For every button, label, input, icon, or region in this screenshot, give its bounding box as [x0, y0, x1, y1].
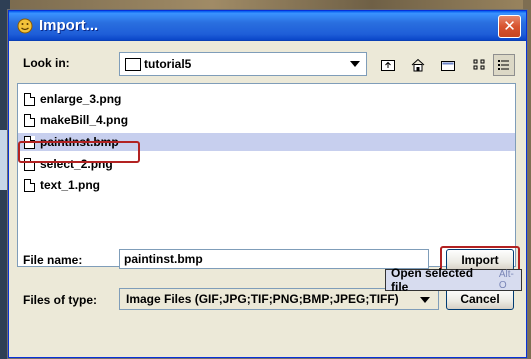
home-button[interactable]	[407, 54, 429, 76]
tooltip: Open selected file Alt-O	[385, 266, 522, 294]
file-name: enlarge_3.png	[40, 92, 122, 106]
list-item[interactable]: enlarge_3.png	[24, 90, 509, 108]
chevron-down-icon	[350, 61, 360, 67]
cancel-button-label: Cancel	[460, 292, 500, 306]
list-view-icon	[473, 59, 485, 70]
list-item[interactable]: text_1.png	[24, 176, 509, 194]
title-bar[interactable]: Import... ✕	[9, 11, 526, 41]
tooltip-shortcut: Alt-O	[498, 269, 514, 291]
window-title: Import...	[39, 17, 99, 34]
background-desktop	[0, 0, 531, 10]
details-view-button[interactable]	[493, 54, 515, 76]
file-name: text_1.png	[40, 178, 101, 192]
selection-annotation-outline	[18, 141, 140, 163]
tooltip-text: Open selected file	[391, 266, 474, 294]
import-dialog: Import... ✕ Look in: tutorial5 enlarge_3…	[8, 10, 527, 358]
list-view-button[interactable]	[469, 54, 491, 76]
files-of-type-value: Image Files (GIF;JPG;TIF;PNG;BMP;JPEG;TI…	[126, 292, 399, 306]
close-icon: ✕	[503, 18, 516, 35]
folder-icon	[125, 58, 141, 71]
file-icon	[24, 178, 35, 192]
look-in-value: tutorial5	[144, 57, 192, 71]
look-in-dropdown[interactable]: tutorial5	[119, 52, 367, 76]
up-folder-icon	[381, 60, 395, 71]
home-icon	[411, 58, 425, 72]
file-name-label: File name:	[23, 253, 83, 267]
file-list[interactable]: enlarge_3.png makeBill_4.png paintInst.b…	[17, 83, 516, 267]
chevron-down-icon	[420, 297, 430, 303]
details-view-icon	[498, 60, 509, 70]
new-folder-icon	[441, 61, 455, 71]
look-in-label: Look in:	[23, 56, 70, 70]
app-icon	[16, 17, 34, 35]
file-icon	[24, 113, 35, 127]
file-name: makeBill_4.png	[40, 113, 129, 127]
files-of-type-label: Files of type:	[23, 293, 98, 307]
file-name-input[interactable]: paintinst.bmp	[119, 249, 429, 269]
up-one-level-button[interactable]	[377, 54, 399, 76]
close-button[interactable]: ✕	[498, 15, 521, 38]
new-folder-button[interactable]	[437, 54, 459, 76]
file-icon	[24, 92, 35, 106]
list-item[interactable]: makeBill_4.png	[24, 111, 509, 129]
look-in-row: Look in: tutorial5	[17, 51, 518, 77]
